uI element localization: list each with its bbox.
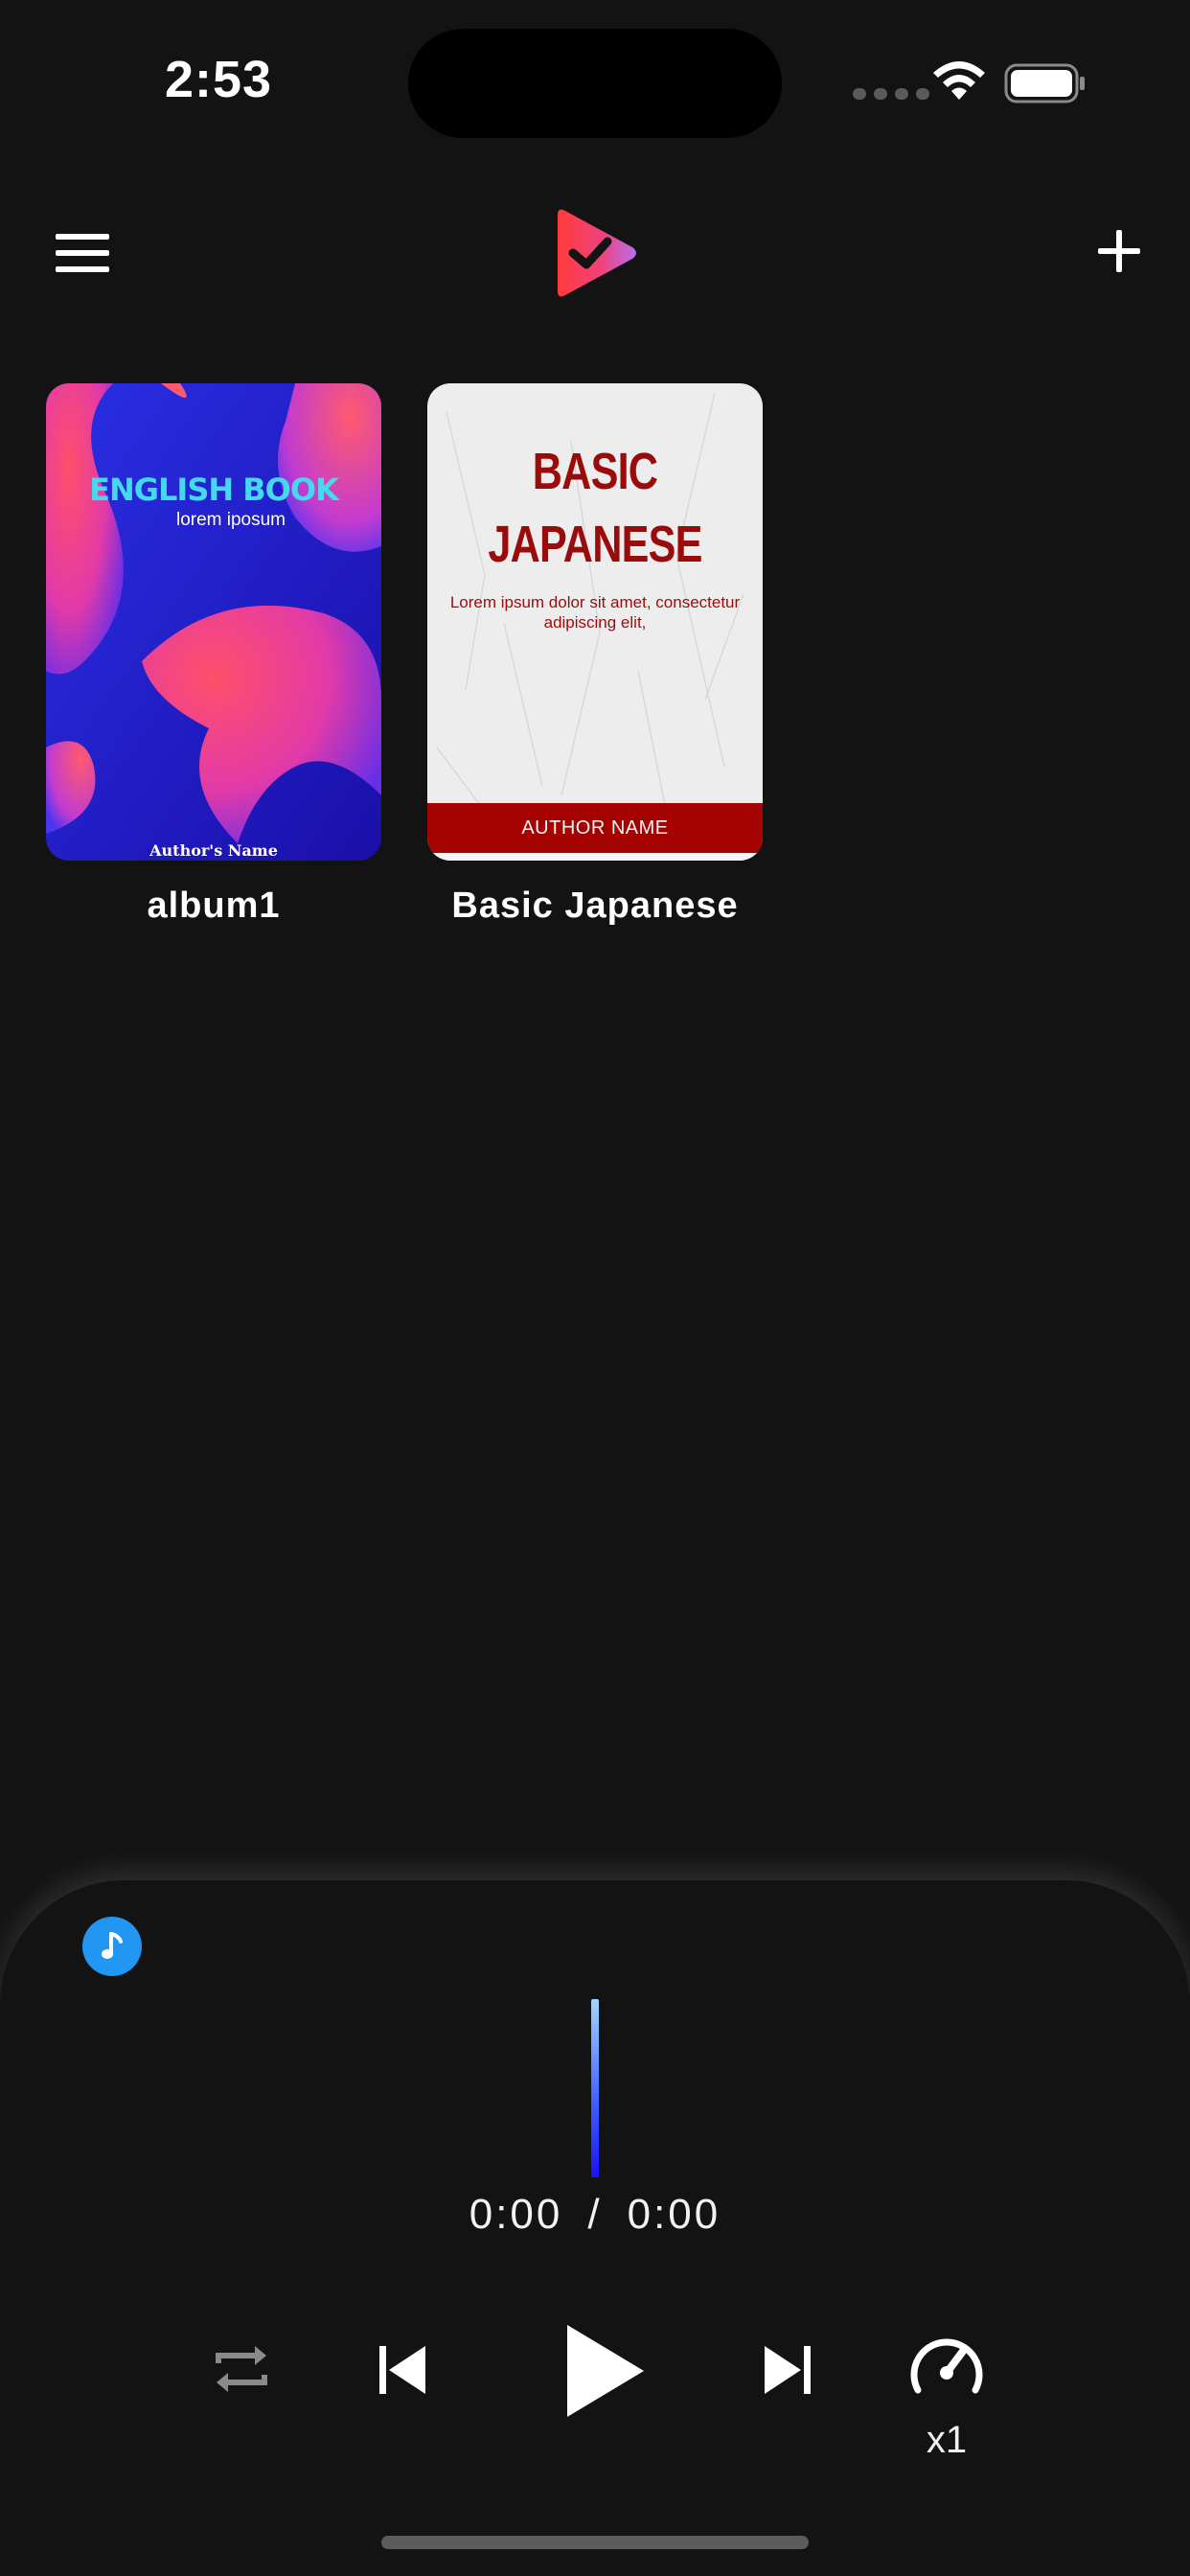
album-cover[interactable]: BASIC JAPANESE Lorem ipsum dolor sit ame… — [427, 383, 763, 861]
cover-subtitle: lorem iposum — [175, 510, 286, 530]
dynamic-island — [408, 29, 782, 138]
album-title[interactable]: album1 — [46, 886, 381, 927]
music-note-glyph — [102, 1932, 123, 1959]
play-check-logo-icon — [558, 209, 636, 297]
home-indicator[interactable] — [381, 2536, 809, 2549]
cover-author: AUTHOR NAME — [521, 816, 669, 839]
current-time: 0:00 — [469, 2191, 563, 2238]
total-time: 0:00 — [627, 2191, 721, 2238]
cover-headline: ENGLISH BOOK — [89, 472, 339, 508]
music-note-icon[interactable] — [82, 1917, 142, 1976]
album-card[interactable]: ENGLISH BOOK lorem iposum Author's Name … — [46, 383, 381, 927]
cover-headline: BASIC JAPANESE — [488, 443, 702, 573]
play-icon[interactable] — [565, 2323, 646, 2419]
repeat-icon[interactable] — [207, 2334, 276, 2404]
playback-speed-label[interactable]: x1 — [908, 2419, 985, 2462]
hamburger-menu-icon[interactable] — [56, 234, 109, 272]
signal-dots-icon — [853, 88, 929, 100]
status-time: 2:53 — [165, 51, 273, 108]
audio-waveform[interactable] — [591, 1999, 599, 2177]
add-album-button[interactable] — [1098, 230, 1140, 272]
skip-next-icon[interactable] — [761, 2344, 812, 2396]
abstract-blob-art — [46, 383, 381, 861]
speedometer-icon[interactable] — [908, 2331, 985, 2398]
album-title[interactable]: Basic Japanese — [427, 886, 763, 927]
cover-author-bar: AUTHOR NAME — [427, 803, 763, 853]
battery-icon — [1004, 63, 1085, 104]
cover-description: Lorem ipsum dolor sit amet, consectetur … — [449, 593, 741, 632]
time-separator: / — [587, 2191, 603, 2238]
cover-author: Author's Name — [149, 841, 278, 860]
wifi-icon — [933, 61, 985, 100]
time-display: 0:00 / 0:00 — [0, 2191, 1190, 2239]
album-cover[interactable]: ENGLISH BOOK lorem iposum Author's Name — [46, 383, 381, 861]
skip-previous-icon[interactable] — [378, 2344, 429, 2396]
album-card[interactable]: BASIC JAPANESE Lorem ipsum dolor sit ame… — [427, 383, 763, 927]
